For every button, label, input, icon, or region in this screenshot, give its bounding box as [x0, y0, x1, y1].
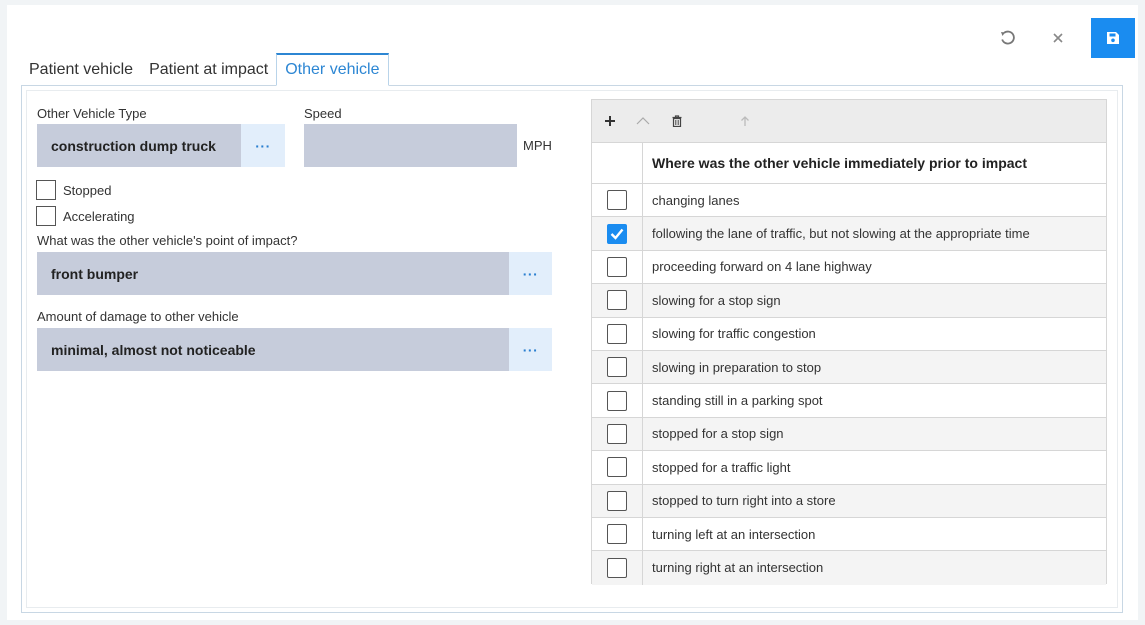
row-checkbox[interactable] [607, 390, 627, 411]
damage-lookup-button[interactable]: ··· [509, 328, 552, 371]
row-checkbox-cell [592, 517, 643, 551]
row-label: changing lanes [652, 192, 740, 208]
stopped-checkbox[interactable] [36, 180, 56, 200]
tab-patient-at-impact[interactable]: Patient at impact [141, 53, 276, 87]
row-label: stopped to turn right into a store [652, 493, 836, 509]
table-row[interactable]: following the lane of traffic, but not s… [592, 217, 1106, 251]
row-checkbox[interactable] [607, 490, 627, 511]
trash-icon[interactable] [667, 111, 687, 131]
row-checkbox[interactable] [607, 323, 627, 344]
table-row[interactable]: stopped to turn right into a store [592, 484, 1106, 518]
plus-icon[interactable] [600, 111, 620, 131]
row-checkbox[interactable] [607, 557, 627, 578]
accelerating-checkbox[interactable] [36, 206, 56, 226]
table-row[interactable]: proceeding forward on 4 lane highway [592, 250, 1106, 285]
row-label: stopped for a traffic light [652, 459, 791, 475]
tab-other-vehicle[interactable]: Other vehicle [276, 53, 389, 86]
row-checkbox-cell [592, 451, 643, 484]
row-checkbox-cell [592, 484, 643, 517]
speed-unit: MPH [523, 138, 552, 153]
table-row[interactable]: standing still in a parking spot [592, 384, 1106, 418]
row-label: turning left at an intersection [652, 526, 816, 542]
arrow-up-icon[interactable] [735, 111, 755, 131]
row-label: slowing for a stop sign [652, 292, 781, 308]
undo-button[interactable] [985, 18, 1029, 58]
row-checkbox[interactable] [607, 190, 627, 211]
save-button[interactable] [1091, 18, 1135, 58]
grid-header-row: Where was the other vehicle immediately … [592, 143, 1106, 184]
row-checkbox[interactable] [607, 524, 627, 545]
prior-position-grid: Where was the other vehicle immediately … [591, 99, 1107, 585]
speed-input[interactable] [304, 124, 517, 167]
tab-bar: Patient vehicle Patient at impact Other … [21, 53, 389, 87]
chevron-up-icon[interactable] [633, 111, 653, 131]
row-checkbox-cell [592, 284, 643, 317]
row-checkbox[interactable] [607, 423, 627, 444]
table-row[interactable]: changing lanes [592, 184, 1106, 218]
table-row[interactable]: turning right at an intersection [592, 551, 1106, 585]
save-icon [1107, 32, 1119, 44]
row-checkbox-cell [592, 217, 643, 250]
row-label: stopped for a stop sign [652, 426, 784, 442]
dialog-window: Patient vehicle Patient at impact Other … [7, 5, 1138, 620]
row-checkbox[interactable] [607, 457, 627, 478]
row-label: proceeding forward on 4 lane highway [652, 259, 872, 275]
other-vehicle-type-label: Other Vehicle Type [37, 106, 147, 121]
tab-patient-vehicle[interactable]: Patient vehicle [21, 53, 141, 87]
speed-label: Speed [304, 106, 342, 121]
stopped-checkbox-row[interactable]: Stopped [36, 180, 111, 200]
close-button[interactable] [1036, 18, 1080, 58]
row-label: slowing in preparation to stop [652, 359, 822, 375]
row-checkbox-cell [592, 551, 643, 585]
row-checkbox-cell [592, 350, 643, 384]
row-checkbox-cell [592, 184, 643, 217]
row-label: following the lane of traffic, but not s… [652, 226, 1030, 242]
row-checkbox[interactable] [607, 223, 627, 244]
point-of-impact-lookup-button[interactable]: ··· [509, 252, 552, 295]
row-checkbox[interactable] [607, 256, 627, 277]
table-row[interactable]: slowing for traffic congestion [592, 317, 1106, 351]
other-vehicle-type-lookup-button[interactable]: ··· [241, 124, 285, 167]
stopped-label: Stopped [63, 182, 112, 198]
row-checkbox-cell [592, 317, 643, 350]
close-icon [1053, 33, 1063, 43]
check-icon [610, 228, 624, 240]
accelerating-checkbox-row[interactable]: Accelerating [36, 206, 135, 226]
undo-icon [1001, 30, 1015, 45]
other-vehicle-type-field[interactable]: construction dump truck [37, 124, 241, 167]
row-checkbox-cell [592, 384, 643, 417]
table-row[interactable]: slowing in preparation to stop [592, 350, 1106, 385]
table-row[interactable]: stopped for a traffic light [592, 451, 1106, 485]
accelerating-label: Accelerating [63, 208, 135, 224]
point-of-impact-field[interactable]: front bumper [37, 252, 509, 295]
row-label: slowing for traffic congestion [652, 326, 816, 342]
damage-field[interactable]: minimal, almost not noticeable [37, 328, 509, 371]
grid-body: changing lanes following the lane of traf… [592, 184, 1106, 585]
row-checkbox[interactable] [607, 290, 627, 311]
table-row[interactable]: slowing for a stop sign [592, 284, 1106, 318]
row-label: turning right at an intersection [652, 560, 824, 576]
row-checkbox-cell [592, 250, 643, 284]
row-checkbox-cell [592, 417, 643, 451]
point-of-impact-label: What was the other vehicle's point of im… [37, 233, 298, 248]
table-row[interactable]: stopped for a stop sign [592, 417, 1106, 452]
grid-toolbar [592, 100, 1106, 143]
row-checkbox[interactable] [607, 357, 627, 378]
table-row[interactable]: turning left at an intersection [592, 517, 1106, 552]
damage-label: Amount of damage to other vehicle [37, 309, 239, 324]
grid-header-title[interactable]: Where was the other vehicle immediately … [643, 143, 1106, 183]
row-label: standing still in a parking spot [652, 393, 823, 409]
grid-header-checkbox-cell [592, 143, 643, 183]
